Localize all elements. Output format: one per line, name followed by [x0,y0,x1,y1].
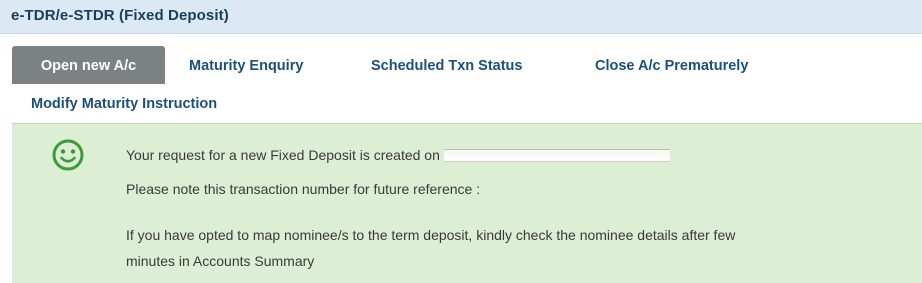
tab-open-new-account[interactable]: Open new A/c [12,46,165,84]
success-message-line: Your request for a new Fixed Deposit is … [126,147,670,163]
reference-note: Please note this transaction number for … [126,181,481,197]
smiley-icon [52,139,84,171]
tab-close-account-prematurely[interactable]: Close A/c Prematurely [595,58,748,74]
success-message-text: Your request for a new Fixed Deposit is … [126,147,440,163]
success-message-panel: Your request for a new Fixed Deposit is … [12,123,922,283]
nominee-note-line-2: minutes in Accounts Summary [126,253,315,269]
redacted-timestamp [443,148,670,162]
nominee-note-line-1: If you have opted to map nominee/s to th… [126,227,736,243]
tab-maturity-enquiry[interactable]: Maturity Enquiry [189,58,303,74]
title-bar: e-TDR/e-STDR (Fixed Deposit) [0,0,922,34]
tab-scheduled-txn-status[interactable]: Scheduled Txn Status [371,58,522,74]
fixed-deposit-page: e-TDR/e-STDR (Fixed Deposit) Open new A/… [0,0,922,283]
tab-bar: Open new A/c Maturity Enquiry Scheduled … [0,46,922,122]
page-title: e-TDR/e-STDR (Fixed Deposit) [11,7,229,24]
tab-modify-maturity-instruction[interactable]: Modify Maturity Instruction [31,96,217,112]
